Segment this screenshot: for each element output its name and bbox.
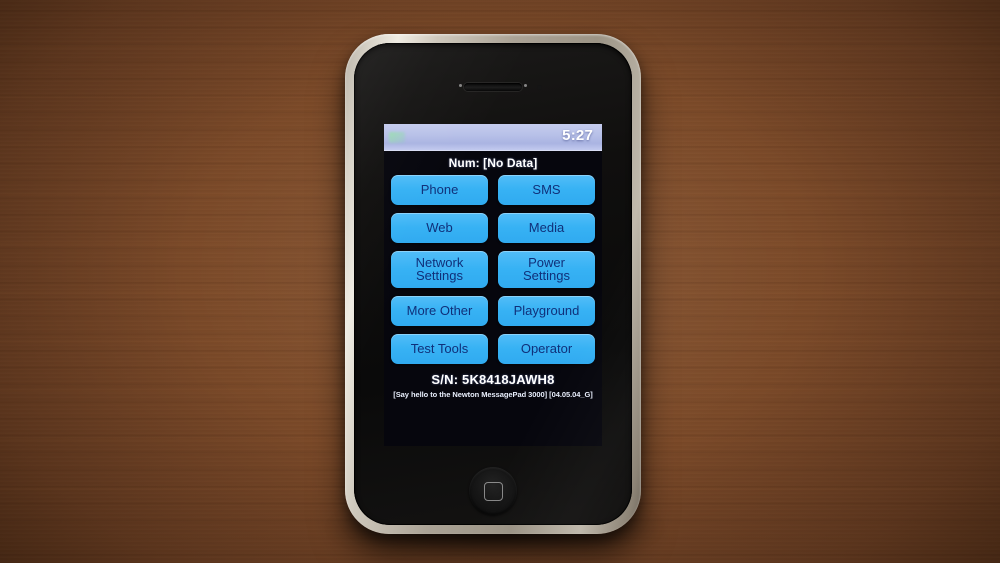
operator-button[interactable]: Operator [498,333,595,364]
status-bar: 5:27 [384,124,602,151]
button-row: Test Tools Operator [391,333,595,364]
power-settings-button[interactable]: Power Settings [498,251,595,288]
earpiece-speaker-icon [459,83,527,91]
num-status-line: Num: [No Data] [448,156,538,170]
phone-front-face: 5:27 Num: [No Data] Phone SMS Web Media … [354,43,632,525]
button-row: Phone SMS [391,175,595,205]
status-bar-clock: 5:27 [562,127,593,144]
button-grid: Phone SMS Web Media Network Settings Pow… [384,174,602,364]
phone-screen: 5:27 Num: [No Data] Phone SMS Web Media … [384,124,602,446]
more-other-button[interactable]: More Other [391,295,488,326]
build-note-label: [Say hello to the Newton MessagePad 3000… [393,389,593,399]
home-button[interactable] [469,467,517,515]
screenshot-root: 5:27 Num: [No Data] Phone SMS Web Media … [0,0,1000,563]
proximity-sensor-icon [537,85,542,90]
signal-bars-icon [389,132,405,143]
button-row: Network Settings Power Settings [391,251,595,288]
sms-button[interactable]: SMS [498,175,595,205]
web-button[interactable]: Web [391,213,488,243]
button-row: Web Media [391,213,595,243]
test-tools-button[interactable]: Test Tools [391,333,488,364]
button-row: More Other Playground [391,295,595,326]
home-square-icon [483,481,503,501]
playground-button[interactable]: Playground [498,295,595,326]
network-settings-button[interactable]: Network Settings [391,251,488,288]
serial-number-label: S/N: 5K8418JAWH8 [431,371,555,387]
media-button[interactable]: Media [498,213,595,243]
iphone-device: 5:27 Num: [No Data] Phone SMS Web Media … [345,34,641,534]
phone-button[interactable]: Phone [391,175,488,205]
